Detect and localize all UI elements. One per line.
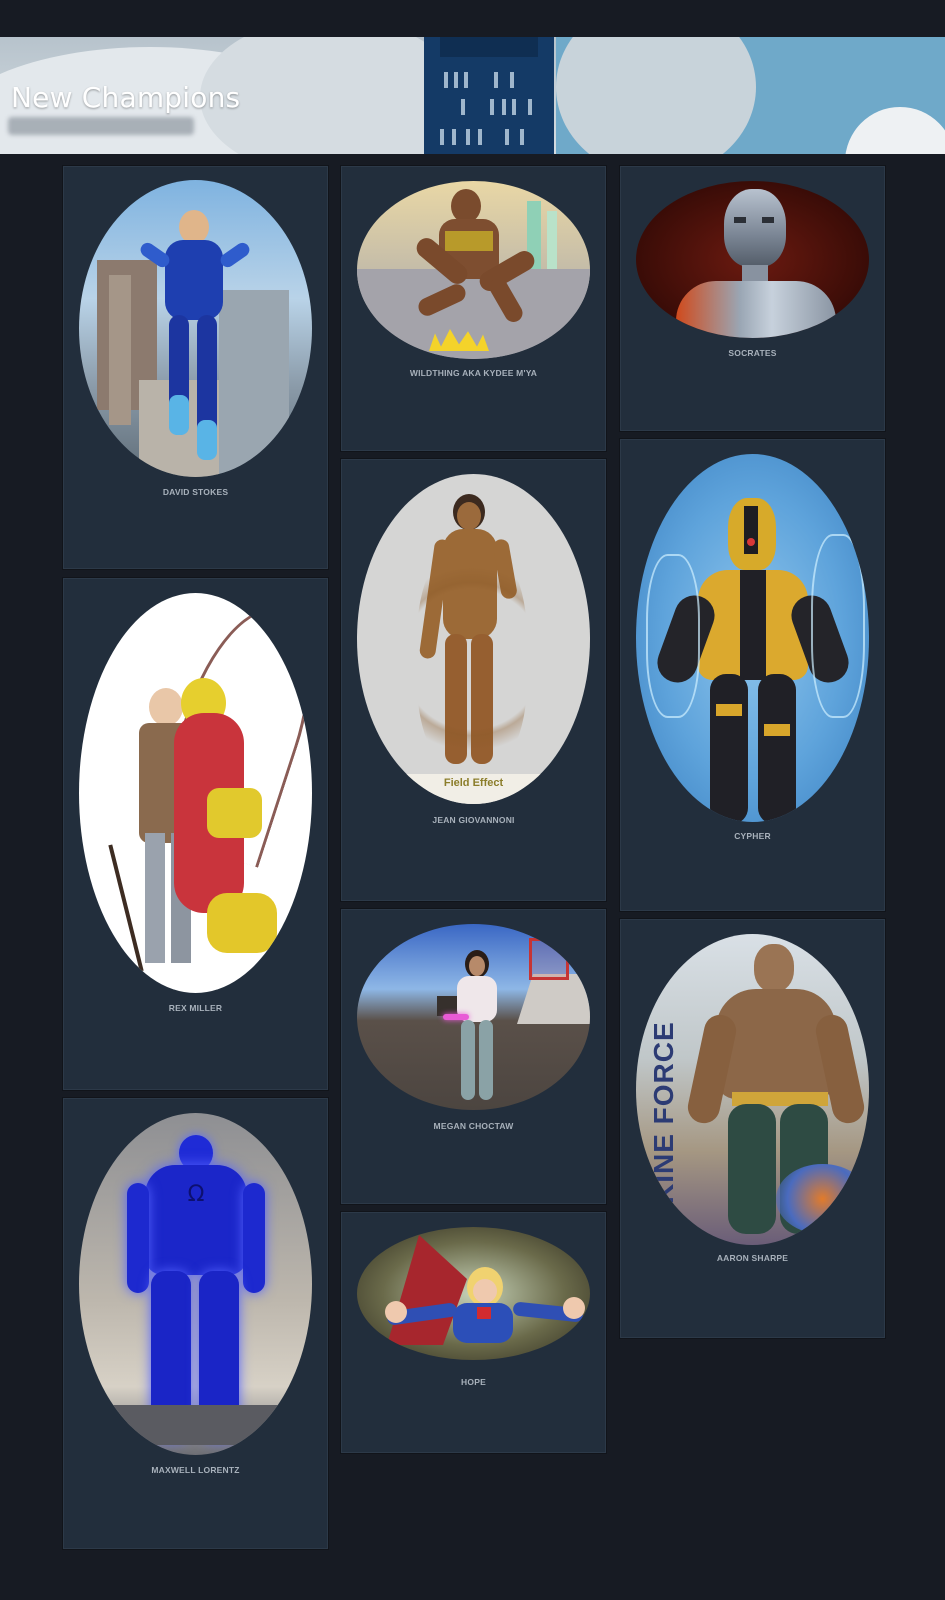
image-caption-kine-force: KINE FORCE [648, 1021, 679, 1204]
champion-name[interactable]: MAXWELL LORENTZ [64, 1465, 327, 1475]
champion-card-maxwell-lorentz[interactable]: Ω MAXWELL LORENTZ [63, 1098, 328, 1549]
champion-card-socrates[interactable]: SOCRATES [620, 166, 885, 431]
page: New Champions DAVID STOKES REX MILLER Ω … [0, 0, 945, 1600]
champion-portrait[interactable] [636, 181, 869, 338]
page-title: New Champions [11, 81, 241, 114]
banner-shadow-bar [8, 117, 194, 135]
champion-name[interactable]: HOPE [342, 1377, 605, 1387]
image-caption-field-effect: Field Effect [443, 777, 504, 789]
champion-card-hope[interactable]: HOPE [341, 1212, 606, 1453]
champion-name[interactable]: DAVID STOKES [64, 487, 327, 497]
champion-card-cypher[interactable]: CYPHER [620, 439, 885, 911]
champion-name[interactable]: JEAN GIOVANNONI [342, 815, 605, 825]
champion-card-megan-choctaw[interactable]: MEGAN CHOCTAW [341, 909, 606, 1204]
champion-portrait[interactable]: Ω [79, 1113, 312, 1455]
banner-cloud [556, 37, 756, 154]
banner-tower-top [440, 37, 538, 57]
champion-card-aaron-sharpe[interactable]: KINE FORCE AARON SHARPE [620, 919, 885, 1338]
champion-portrait[interactable] [636, 454, 869, 822]
champion-portrait[interactable] [79, 180, 312, 477]
champion-name[interactable]: CYPHER [621, 831, 884, 841]
champion-card-wildthing[interactable]: WILDTHING AKA KYDEE M'YA [341, 166, 606, 451]
champion-portrait[interactable] [357, 924, 590, 1110]
champion-portrait[interactable] [357, 1227, 590, 1360]
champion-name[interactable]: MEGAN CHOCTAW [342, 1121, 605, 1131]
champion-card-david-stokes[interactable]: DAVID STOKES [63, 166, 328, 569]
champion-portrait[interactable]: Field Effect [357, 474, 590, 804]
header-banner: New Champions [0, 37, 945, 154]
champion-name[interactable]: AARON SHARPE [621, 1253, 884, 1263]
champion-card-jean-giovannoni[interactable]: Field Effect JEAN GIOVANNONI [341, 459, 606, 901]
champion-card-rex-miller[interactable]: REX MILLER [63, 578, 328, 1090]
champion-name[interactable]: REX MILLER [64, 1003, 327, 1013]
champion-portrait[interactable]: KINE FORCE [636, 934, 869, 1245]
champion-name[interactable]: SOCRATES [621, 348, 884, 358]
champion-name[interactable]: WILDTHING AKA KYDEE M'YA [342, 368, 605, 378]
champion-portrait[interactable] [357, 181, 590, 359]
champion-portrait[interactable] [79, 593, 312, 993]
